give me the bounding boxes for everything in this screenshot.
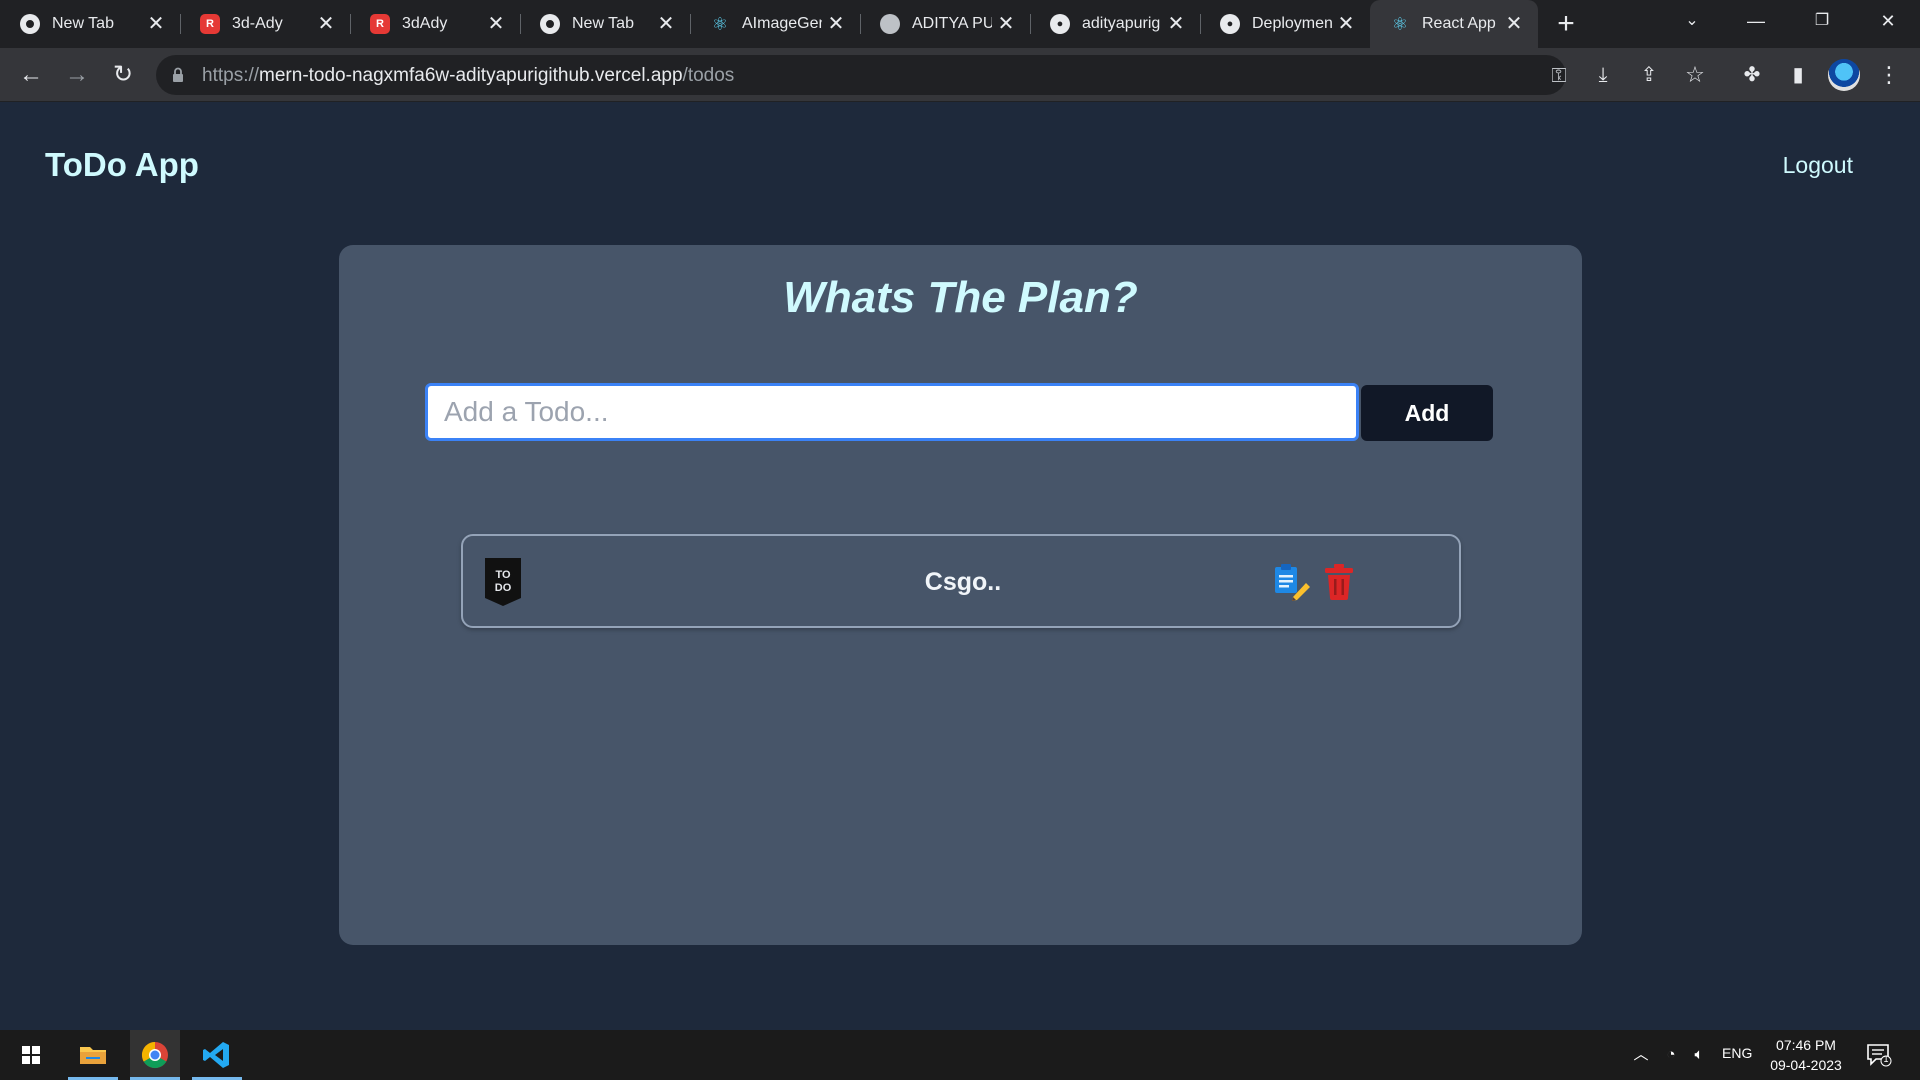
logout-link[interactable]: Logout [1783, 152, 1853, 179]
todo-card: Whats The Plan? Add TO DO Csgo.. [339, 245, 1582, 945]
new-tab-button[interactable]: + [1552, 9, 1580, 39]
lock-icon[interactable] [172, 67, 184, 83]
close-icon[interactable]: ✕ [824, 12, 848, 36]
vscode-taskbar-button[interactable] [192, 1030, 242, 1080]
react-icon: ⚛ [1391, 13, 1409, 34]
todo-item: TO DO Csgo.. [461, 534, 1461, 628]
app-icon: R [370, 14, 390, 34]
file-explorer-button[interactable] [68, 1030, 118, 1080]
tab-title: New Tab [572, 15, 634, 32]
browser-tab-strip: New Tab ✕ R 3d-Ady ✕ R 3dAdy ✕ New Tab ✕… [0, 0, 1920, 48]
volume-icon[interactable]: 🔈︎ [1688, 1044, 1710, 1066]
browser-tab[interactable]: R 3d-Ady ✕ [180, 0, 350, 48]
window-close-icon[interactable]: ✕ [1858, 0, 1918, 42]
vscode-icon [203, 1042, 229, 1068]
browser-tab[interactable]: New Tab ✕ [0, 0, 180, 48]
edit-icon[interactable] [1273, 563, 1311, 601]
language-indicator[interactable]: ENG [1722, 1045, 1752, 1061]
tab-title: 3d-Ady [232, 15, 283, 32]
clock[interactable]: 07:46 PM 09-04-2023 [1766, 1035, 1846, 1075]
tab-title: ADITYA PURI [912, 15, 992, 32]
app-page: ToDo App Logout Whats The Plan? Add TO D… [0, 102, 1920, 1030]
profile-avatar[interactable] [1828, 59, 1860, 91]
url-path: /todos [682, 65, 735, 86]
tab-search-icon[interactable]: ⌄ [1662, 0, 1722, 42]
side-panel-icon[interactable]: ▮ [1783, 60, 1813, 90]
chrome-icon [540, 14, 560, 34]
browser-tab-active[interactable]: ⚛ React App ✕ [1370, 0, 1538, 48]
close-icon[interactable]: ✕ [994, 12, 1018, 36]
browser-tab[interactable]: ⚛ AImageGen ✕ [690, 0, 860, 48]
browser-toolbar: ← → ↻ https://mern-todo-nagxmfa6w-aditya… [0, 48, 1920, 102]
extensions-icon[interactable]: ✤ [1737, 60, 1767, 90]
taskbar: ︿ ◔ 🔈︎ ENG 07:46 PM 09-04-2023 1 [0, 1030, 1920, 1080]
start-button[interactable] [6, 1030, 56, 1080]
close-icon[interactable]: ✕ [1164, 12, 1188, 36]
url-text: https://mern-todo-nagxmfa6w-adityapurigi… [202, 65, 734, 87]
share-icon[interactable]: ⇪ [1634, 60, 1664, 90]
close-icon[interactable]: ✕ [484, 12, 508, 36]
todo-input[interactable] [425, 383, 1359, 441]
url-host: mern-todo-nagxmfa6w-adityapurigithub.ver… [259, 65, 683, 86]
forward-icon[interactable]: → [62, 60, 92, 90]
globe-icon [880, 14, 900, 34]
github-icon: ● [1220, 14, 1240, 34]
tab-title: adityapurig [1082, 15, 1161, 32]
notification-button[interactable]: 1 [1866, 1043, 1892, 1067]
address-bar[interactable]: https://mern-todo-nagxmfa6w-adityapurigi… [156, 55, 1567, 95]
notification-count: 1 [1883, 1054, 1889, 1064]
todo-text: Csgo.. [924, 568, 1002, 596]
windows-icon [22, 1046, 40, 1064]
browser-tab[interactable]: ADITYA PURI ✕ [860, 0, 1030, 48]
close-icon[interactable]: ✕ [144, 12, 168, 36]
reload-icon[interactable]: ↻ [108, 60, 138, 90]
tab-title: New Tab [52, 15, 114, 32]
app-icon: R [200, 14, 220, 34]
app-brand[interactable]: ToDo App [45, 146, 199, 184]
url-scheme: https:// [202, 65, 260, 86]
page-title: Whats The Plan? [783, 273, 1138, 322]
tab-title: AImageGen [742, 15, 822, 32]
folder-icon [80, 1047, 106, 1064]
network-icon[interactable]: ◔ [1660, 1044, 1682, 1066]
minimize-icon[interactable]: — [1726, 0, 1786, 42]
trash-icon[interactable] [1323, 564, 1355, 600]
browser-tab[interactable]: R 3dAdy ✕ [350, 0, 520, 48]
close-icon[interactable]: ✕ [1334, 12, 1358, 36]
add-button[interactable]: Add [1361, 385, 1493, 441]
back-icon[interactable]: ← [16, 60, 46, 90]
tab-title: React App [1422, 15, 1496, 32]
close-icon[interactable]: ✕ [314, 12, 338, 36]
chevron-up-icon[interactable]: ︿ [1630, 1044, 1652, 1066]
key-icon[interactable]: ⚿ [1546, 63, 1572, 89]
chrome-icon [141, 1041, 168, 1069]
react-icon: ⚛ [711, 13, 729, 34]
restore-icon[interactable]: ❐ [1792, 0, 1852, 42]
chrome-taskbar-button[interactable] [130, 1030, 180, 1080]
install-icon[interactable]: ⤓ [1588, 60, 1618, 90]
github-icon: ● [1050, 14, 1070, 34]
tab-title: Deployments [1252, 15, 1332, 32]
clock-date: 09-04-2023 [1770, 1057, 1842, 1073]
browser-tab[interactable]: ● Deployments ✕ [1200, 0, 1370, 48]
bookmark-star-icon[interactable]: ☆ [1680, 60, 1710, 90]
close-icon[interactable]: ✕ [1502, 12, 1526, 36]
menu-icon[interactable]: ⋮ [1874, 60, 1904, 90]
clock-time: 07:46 PM [1776, 1037, 1836, 1053]
close-icon[interactable]: ✕ [654, 12, 678, 36]
chrome-icon [20, 14, 40, 34]
browser-tab[interactable]: New Tab ✕ [520, 0, 690, 48]
browser-tab[interactable]: ● adityapurig ✕ [1030, 0, 1200, 48]
tab-title: 3dAdy [402, 15, 448, 32]
